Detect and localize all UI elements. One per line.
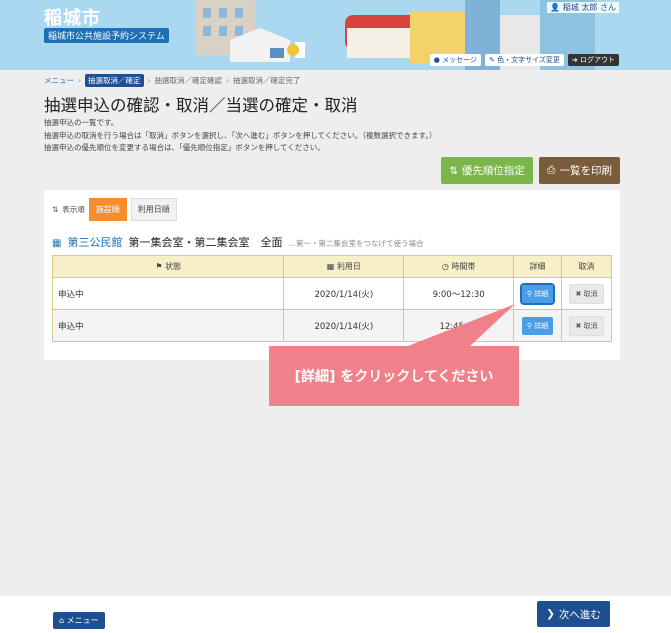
instruction-callout: [詳細] をクリックしてください xyxy=(269,346,519,406)
chevron-right-icon: › xyxy=(226,76,229,85)
building-icon: ▦ xyxy=(52,238,62,249)
chevron-right-icon: › xyxy=(78,76,81,85)
search-icon: ⚲ xyxy=(526,289,532,298)
facility-note: …第一・第二集会室をつなげて使う場合 xyxy=(288,239,424,248)
sort-control: ⇅ 表示順 施設順 利用日順 xyxy=(52,198,177,221)
header-detail: 詳細 xyxy=(513,255,563,278)
close-icon: ✖ xyxy=(575,289,582,298)
cancel-label: 取消 xyxy=(583,321,598,330)
logout-button[interactable]: ➜ ログアウト xyxy=(567,54,619,66)
menu-button[interactable]: ⌂ メニュー xyxy=(53,612,105,629)
row-detail-cell: ⚲ 詳細 xyxy=(513,309,563,342)
chevron-right-icon: ❯ xyxy=(546,608,555,620)
user-name: 👤 稲城 太郎 さん xyxy=(547,2,619,13)
detail-button[interactable]: ⚲ 詳細 xyxy=(519,282,556,305)
pen-icon: ✎ xyxy=(488,56,495,64)
breadcrumb: メニュー › 抽選取消／確定 › 抽選取消／確定確認 › 抽選取消／確定完了 xyxy=(44,74,301,87)
sort-by-facility-button[interactable]: 施設順 xyxy=(88,198,127,221)
next-button[interactable]: ❯ 次へ進む xyxy=(537,601,610,627)
row-status: 申込中 xyxy=(51,309,285,342)
calendar-icon: ▦ xyxy=(326,262,335,271)
printer-icon: ⎙ xyxy=(547,164,556,176)
breadcrumb-step-complete: 抽選取消／確定完了 xyxy=(233,76,301,85)
menu-label: メニュー xyxy=(66,616,99,625)
header-date: ▦ 利用日 xyxy=(283,255,405,278)
row-cancel-cell: ✖ 取消 xyxy=(561,309,612,342)
print-label: 一覧を印刷 xyxy=(559,165,612,177)
page-description: 抽選申込の一覧です。 抽選申込の取消を行う場合は「取消」ボタンを選択し、「次へ進… xyxy=(44,117,437,155)
header-status: ⚑ 状態 xyxy=(51,255,285,278)
message-button[interactable]: ● メッセージ xyxy=(429,54,481,66)
row-detail-cell: ⚲ 詳細 xyxy=(513,277,563,310)
city-name: 稲城市 xyxy=(44,8,101,29)
logout-icon: ➜ xyxy=(571,56,578,64)
clock-icon: ◷ xyxy=(441,262,449,271)
header-status-label: 状態 xyxy=(165,262,182,271)
print-list-button[interactable]: ⎙ 一覧を印刷 xyxy=(539,157,620,184)
facility-room: 第一集会室・第二集会室 全面 xyxy=(128,236,283,249)
comment-icon: ● xyxy=(433,56,440,64)
message-label: メッセージ xyxy=(442,56,477,64)
page-title: 抽選申込の確認・取消／当選の確定・取消 xyxy=(44,96,358,115)
color-text-label: 色・文字サイズ変更 xyxy=(497,56,560,64)
close-icon: ✖ xyxy=(575,321,582,330)
system-name: 稲城市公共施設予約システム xyxy=(44,28,169,43)
header-cancel: 取消 xyxy=(561,255,612,278)
search-icon: ⚲ xyxy=(526,321,532,330)
detail-label: 詳細 xyxy=(534,321,549,330)
header-buttons: ● メッセージ ✎ 色・文字サイズ変更 ➜ ログアウト xyxy=(429,54,619,66)
reservation-panel: ⇅ 表示順 施設順 利用日順 ▦ 第三公民館 第一集会室・第二集会室 全面 …第… xyxy=(44,190,620,360)
sort-icon: ⇅ xyxy=(52,205,59,214)
breadcrumb-step-confirm: 抽選取消／確定確認 xyxy=(154,76,223,85)
table-row: 申込中 2020/1/14(火) 9:00～12:30 ⚲ 詳細 ✖ 取消 xyxy=(51,277,612,310)
user-icon: 👤 xyxy=(550,3,561,12)
detail-button[interactable]: ⚲ 詳細 xyxy=(521,316,554,335)
site-header: 稲城市 稲城市公共施設予約システム 👤 稲城 太郎 さん ● メッセージ ✎ 色… xyxy=(0,0,671,70)
breadcrumb-menu-link[interactable]: メニュー xyxy=(44,75,74,86)
header-time: ◷ 時間帯 xyxy=(403,255,515,278)
header-date-label: 利用日 xyxy=(336,262,361,271)
breadcrumb-current: 抽選取消／確定 xyxy=(85,74,144,87)
header-time-label: 時間帯 xyxy=(451,262,476,271)
next-label: 次へ進む xyxy=(558,608,601,621)
chevron-right-icon: › xyxy=(147,76,151,85)
sort-by-date-button[interactable]: 利用日順 xyxy=(130,198,177,221)
footer: ⌂ メニュー ❯ 次へ進む xyxy=(0,596,671,633)
row-cancel-cell: ✖ 取消 xyxy=(561,277,612,310)
priority-label: 優先順位指定 xyxy=(461,165,525,177)
sort-priority-icon: ⇅ xyxy=(449,164,458,177)
description-line: 抽選申込の優先順位を変更する場合は、「優先順位指定」ボタンを押してください。 xyxy=(44,143,325,152)
home-icon: ⌂ xyxy=(59,616,65,625)
priority-button[interactable]: ⇅ 優先順位指定 xyxy=(441,157,533,184)
table-row: 申込中 2020/1/14(火) 12:45～1 ⚲ 詳細 ✖ 取消 xyxy=(51,309,612,342)
facility-name-link[interactable]: 第三公民館 xyxy=(67,234,122,250)
facility-heading: ▦ 第三公民館 第一集会室・第二集会室 全面 …第一・第二集会室をつなげて使う場… xyxy=(52,234,423,250)
color-text-size-button[interactable]: ✎ 色・文字サイズ変更 xyxy=(484,54,564,66)
flag-icon: ⚑ xyxy=(155,262,163,271)
detail-label: 詳細 xyxy=(534,289,549,298)
cancel-button[interactable]: ✖ 取消 xyxy=(569,283,604,304)
table-header-row: ⚑ 状態 ▦ 利用日 ◷ 時間帯 詳細 取消 xyxy=(51,255,612,278)
cancel-button[interactable]: ✖ 取消 xyxy=(569,315,604,336)
cancel-label: 取消 xyxy=(583,289,598,298)
logout-label: ログアウト xyxy=(580,56,615,64)
sort-label: 表示順 xyxy=(62,205,85,214)
description-line: 抽選申込の取消を行う場合は「取消」ボタンを選択し、「次へ進む」ボタンを押してくだ… xyxy=(44,130,437,140)
user-name-text: 稲城 太郎 さん xyxy=(562,3,616,12)
description-line: 抽選申込の一覧です。 xyxy=(44,118,119,127)
reservation-table: ⚑ 状態 ▦ 利用日 ◷ 時間帯 詳細 取消 申込中 2020/1/14(火) … xyxy=(51,255,612,342)
row-status: 申込中 xyxy=(51,277,285,310)
